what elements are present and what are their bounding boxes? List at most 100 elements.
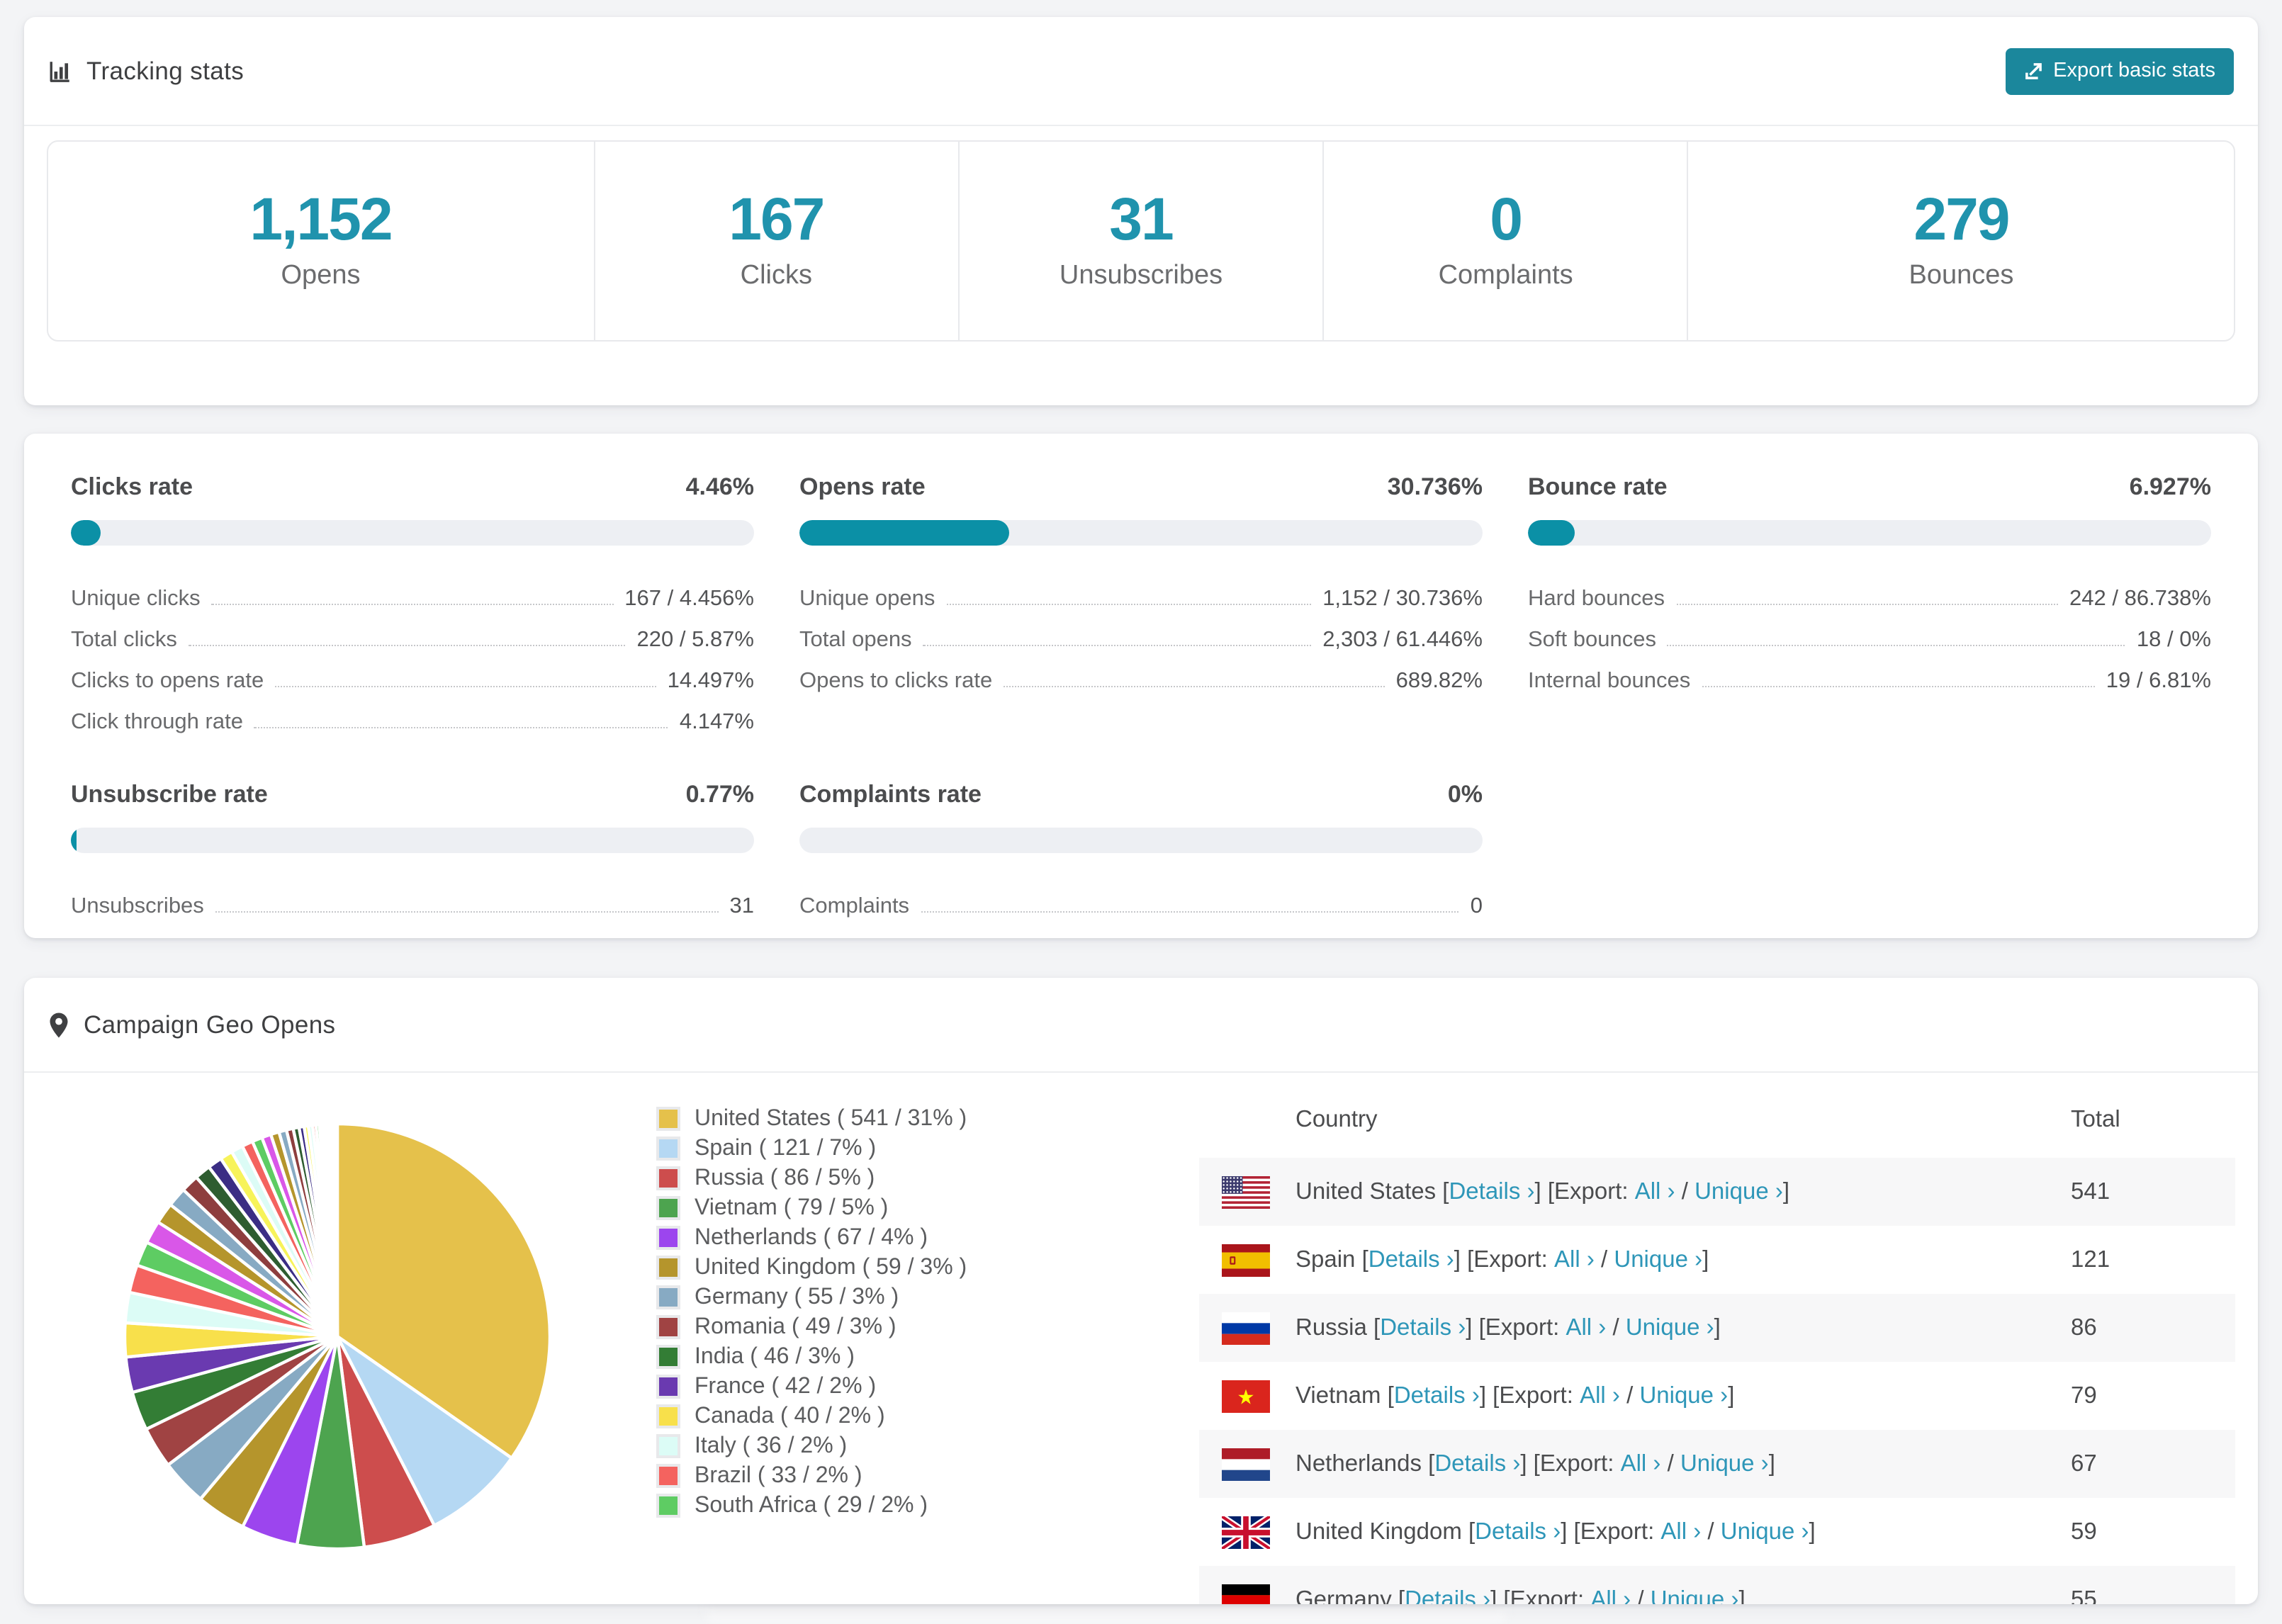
dotted-leader: [946, 604, 1312, 605]
legend-item-russia: Russia ( 86 / 5% ): [656, 1163, 1124, 1193]
stat-value: 242 / 86.738%: [2069, 587, 2211, 611]
export-unique-link[interactable]: Unique ›: [1651, 1586, 1739, 1604]
dotted-leader: [1004, 686, 1385, 687]
details-link[interactable]: Details ›: [1434, 1450, 1520, 1477]
stat-label: Soft bounces: [1528, 628, 1656, 652]
legend-item-brazil: Brazil ( 33 / 2% ): [656, 1461, 1124, 1491]
export-basic-stats-button[interactable]: Export basic stats: [2005, 47, 2234, 94]
country-name: United Kingdom: [1295, 1518, 1462, 1544]
details-link[interactable]: Details ›: [1449, 1178, 1534, 1205]
legend-swatch: [656, 1404, 680, 1428]
summary-label: Unsubscribes: [1059, 261, 1223, 291]
rate-header: Bounce rate 6.927%: [1528, 473, 2211, 502]
rate-stat-row: Internal bounces 19 / 6.81%: [1528, 653, 2211, 694]
bracket-text: /: [1675, 1178, 1695, 1204]
progress-bar-fill: [71, 828, 77, 853]
rates-grid: Clicks rate 4.46% Unique clicks 167 / 4.456…: [24, 434, 2258, 920]
stat-label: Unsubscribes: [71, 894, 204, 918]
country-name: Spain: [1295, 1246, 1356, 1272]
bracket-text: ]: [1714, 1314, 1721, 1340]
rate-title: Bounce rate: [1528, 473, 1668, 500]
bracket-text: /: [1606, 1314, 1626, 1340]
dotted-leader: [275, 686, 656, 687]
stat-value: 1,152 / 30.736%: [1322, 587, 1483, 611]
table-row-united-kingdom: United Kingdom [Details ›] [Export: All …: [1199, 1498, 2235, 1566]
legend-item-netherlands: Netherlands ( 67 / 4% ): [656, 1223, 1124, 1253]
export-all-link[interactable]: All ›: [1566, 1314, 1606, 1341]
table-row-vietnam: Vietnam [Details ›] [Export: All › / Uni…: [1199, 1362, 2235, 1430]
legend-swatch: [656, 1434, 680, 1458]
export-all-link[interactable]: All ›: [1580, 1382, 1620, 1409]
stat-label: Click through rate: [71, 710, 243, 734]
stat-value: 18 / 0%: [2136, 628, 2211, 652]
details-link[interactable]: Details ›: [1405, 1586, 1490, 1604]
export-all-link[interactable]: All ›: [1660, 1518, 1701, 1545]
table-row-spain: Spain [Details ›] [Export: All › / Uniqu…: [1199, 1226, 2235, 1294]
legend-label: Netherlands ( 67 / 4% ): [695, 1225, 928, 1249]
bracket-text: [: [1381, 1382, 1394, 1408]
progress-bar-fill: [71, 520, 101, 546]
bracket-text: ] [Export:: [1479, 1382, 1580, 1408]
export-unique-link[interactable]: Unique ›: [1614, 1246, 1702, 1273]
export-unique-link[interactable]: Unique ›: [1626, 1314, 1714, 1341]
legend-swatch: [656, 1464, 680, 1488]
legend-label: Vietnam ( 79 / 5% ): [695, 1195, 889, 1219]
summary-label: Opens: [281, 261, 361, 291]
rate-title: Opens rate: [799, 473, 926, 500]
details-link[interactable]: Details ›: [1368, 1246, 1454, 1273]
bracket-text: [: [1355, 1246, 1368, 1272]
summary-box-opens: 1,152 Opens: [48, 142, 593, 340]
stat-value: 220 / 5.87%: [636, 628, 754, 652]
summary-stats-row: 1,152 Opens 167 Clicks 31 Unsubscribes 0 Compla…: [47, 140, 2235, 342]
summary-value: 1,152: [249, 186, 393, 252]
export-unique-link[interactable]: Unique ›: [1680, 1450, 1769, 1477]
progress-bar: [799, 520, 1483, 546]
export-unique-link[interactable]: Unique ›: [1639, 1382, 1728, 1409]
legend-swatch: [656, 1315, 680, 1339]
bracket-text: ]: [1768, 1450, 1775, 1476]
legend-label: United Kingdom ( 59 / 3% ): [695, 1255, 967, 1279]
stat-value: 167 / 4.456%: [624, 587, 754, 611]
bracket-text: ]: [1782, 1178, 1790, 1204]
summary-value: 167: [729, 186, 825, 252]
bracket-text: ]: [1738, 1586, 1746, 1604]
bracket-text: ]: [1728, 1382, 1735, 1408]
export-all-link[interactable]: All ›: [1621, 1450, 1661, 1477]
details-link[interactable]: Details ›: [1475, 1518, 1561, 1545]
bracket-text: ] [Export:: [1561, 1518, 1661, 1544]
legend-item-south-africa: South Africa ( 29 / 2% ): [656, 1491, 1124, 1521]
geo-title: Campaign Geo Opens: [84, 1010, 336, 1038]
rates-card: Clicks rate 4.46% Unique clicks 167 / 4.456…: [24, 434, 2258, 938]
legend-item-romania: Romania ( 49 / 3% ): [656, 1312, 1124, 1342]
summary-box-bounces: 279 Bounces: [1687, 142, 2234, 340]
stat-value: 19 / 6.81%: [2106, 669, 2211, 693]
export-unique-link[interactable]: Unique ›: [1694, 1178, 1783, 1205]
rate-card-complaints-rate: Complaints rate 0% Complaints 0: [777, 758, 1505, 920]
export-unique-link[interactable]: Unique ›: [1721, 1518, 1809, 1545]
country-name: Russia: [1295, 1314, 1367, 1340]
details-link[interactable]: Details ›: [1380, 1314, 1466, 1341]
legend-label: France ( 42 / 2% ): [695, 1374, 877, 1398]
details-link[interactable]: Details ›: [1394, 1382, 1480, 1409]
map-pin-icon: [48, 1011, 69, 1038]
stat-label: Hard bounces: [1528, 587, 1665, 611]
rate-stat-row: Total opens 2,303 / 61.446%: [799, 612, 1483, 653]
rate-value: 4.46%: [685, 473, 754, 500]
bracket-text: [: [1461, 1518, 1476, 1544]
country-total: 55: [2071, 1586, 2097, 1604]
stat-label: Unique clicks: [71, 587, 201, 611]
progress-bar: [71, 828, 754, 853]
bracket-text: ] [Export:: [1534, 1178, 1635, 1204]
progress-bar: [71, 520, 754, 546]
rate-title: Clicks rate: [71, 473, 193, 500]
dotted-leader: [1702, 686, 2095, 687]
summary-value: 31: [1109, 186, 1174, 252]
legend-item-united-kingdom: United Kingdom ( 59 / 3% ): [656, 1253, 1124, 1282]
export-all-link[interactable]: All ›: [1590, 1586, 1631, 1604]
table-header-row: Country Total: [1199, 1081, 2235, 1158]
table-row-germany: Germany [Details ›] [Export: All › / Uni…: [1199, 1566, 2235, 1604]
legend-swatch: [656, 1137, 680, 1161]
export-all-link[interactable]: All ›: [1635, 1178, 1675, 1205]
bracket-text: ]: [1702, 1246, 1709, 1272]
export-all-link[interactable]: All ›: [1554, 1246, 1595, 1273]
